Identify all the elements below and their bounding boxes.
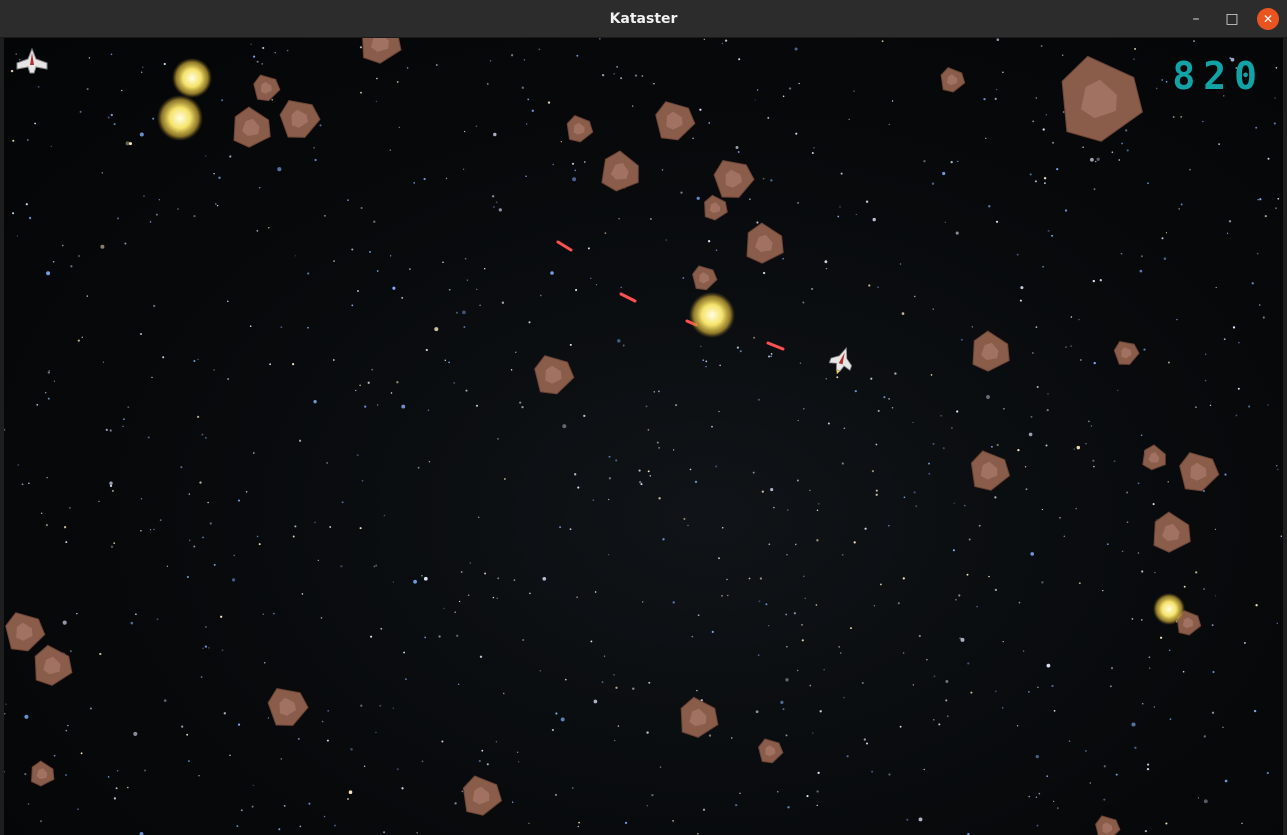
maximize-icon: □ <box>1225 11 1239 27</box>
maximize-button[interactable]: □ <box>1221 8 1243 30</box>
explosion <box>1153 593 1185 625</box>
asteroid <box>34 644 73 686</box>
asteroid <box>253 74 281 102</box>
close-button[interactable]: ✕ <box>1257 8 1279 30</box>
asteroid <box>1142 444 1166 471</box>
asteroid <box>692 265 718 291</box>
explosion <box>157 95 203 141</box>
laser-shot <box>766 341 785 351</box>
window-titlebar: Kataster – □ ✕ <box>0 0 1287 38</box>
close-icon: ✕ <box>1262 12 1274 26</box>
asteroid <box>267 688 309 726</box>
asteroid <box>972 330 1010 372</box>
asteroid <box>1061 55 1143 142</box>
asteroid <box>566 115 594 143</box>
asteroid <box>680 696 719 738</box>
life-spaceship-icon <box>16 47 48 74</box>
laser-shot <box>619 292 637 303</box>
asteroid <box>5 612 46 652</box>
asteroid <box>970 450 1011 491</box>
asteroid <box>758 738 784 764</box>
asteroid <box>940 67 966 93</box>
asteroid <box>1095 815 1121 835</box>
asteroid <box>1179 452 1220 492</box>
laser-shot <box>556 240 573 252</box>
asteroid <box>1153 511 1191 553</box>
asteroid <box>233 106 271 148</box>
explosion <box>172 58 212 98</box>
asteroid <box>601 150 639 192</box>
asteroid <box>1113 341 1140 365</box>
asteroid <box>279 100 321 138</box>
minimize-icon: – <box>1192 11 1200 27</box>
score-display: 820 <box>1172 54 1265 98</box>
asteroid <box>704 194 728 221</box>
window-title: Kataster <box>609 10 678 27</box>
asteroid <box>534 355 575 395</box>
game-canvas[interactable]: 820 <box>4 38 1283 835</box>
asteroid <box>362 38 402 64</box>
game-objects <box>5 38 1220 835</box>
asteroid <box>30 760 55 787</box>
asteroid <box>713 160 755 198</box>
asteroid <box>746 222 784 264</box>
minimize-button[interactable]: – <box>1185 8 1207 30</box>
window-controls: – □ ✕ <box>1185 8 1279 30</box>
asteroid <box>655 101 696 141</box>
asteroid <box>462 775 503 816</box>
player-spaceship-icon <box>828 346 853 375</box>
explosion <box>689 292 735 338</box>
